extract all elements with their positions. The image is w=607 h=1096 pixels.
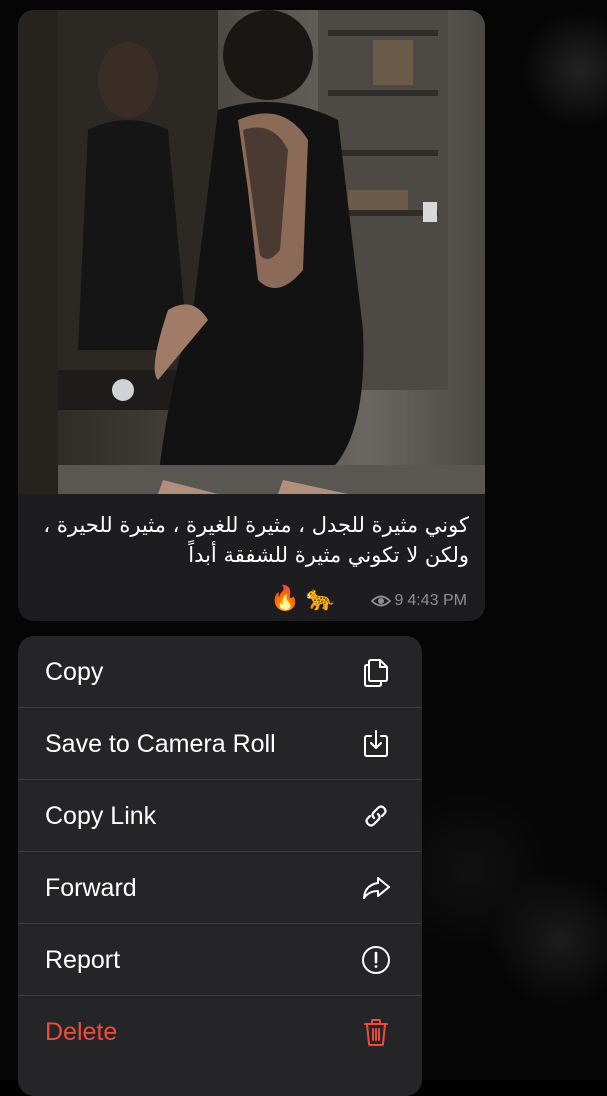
menu-item-label: Copy Link: [45, 801, 157, 830]
save-download-icon: [360, 728, 392, 760]
message-photo[interactable]: [18, 10, 485, 494]
forward-menu-item[interactable]: Forward: [18, 852, 422, 924]
report-exclamation-icon: [360, 944, 392, 976]
context-menu: Copy Save to Camera Roll Copy Link Forwa…: [18, 636, 422, 1096]
message-time: 4:43 PM: [407, 592, 467, 609]
menu-item-label: Report: [45, 945, 121, 974]
report-menu-item[interactable]: Report: [18, 924, 422, 996]
eye-icon: [370, 594, 391, 608]
forward-arrow-icon: [360, 872, 392, 904]
trash-icon: [360, 1016, 392, 1048]
message-bubble[interactable]: كوني مثيرة للجدل ، مثيرة للغيرة ، مثيرة …: [18, 10, 485, 621]
save-to-camera-roll-menu-item[interactable]: Save to Camera Roll: [18, 708, 422, 780]
leopard-reaction[interactable]: 🐆: [306, 584, 336, 613]
menu-item-label: Save to Camera Roll: [45, 729, 276, 758]
menu-item-label: Delete: [45, 1017, 118, 1046]
copy-menu-item[interactable]: Copy: [18, 636, 422, 708]
menu-item-label: Forward: [45, 873, 137, 902]
message-meta: 9 4:43 PM: [370, 588, 467, 614]
copy-link-menu-item[interactable]: Copy Link: [18, 780, 422, 852]
fire-reaction[interactable]: 🔥: [270, 584, 300, 613]
delete-menu-item[interactable]: Delete: [18, 996, 422, 1068]
copy-icon: [360, 656, 392, 688]
menu-item-label: Copy: [45, 657, 104, 686]
view-count: 9: [394, 592, 404, 609]
link-icon: [360, 800, 392, 832]
message-text: كوني مثيرة للجدل ، مثيرة للغيرة ، مثيرة …: [43, 513, 469, 567]
message-reactions[interactable]: 🔥 🐆: [270, 584, 336, 613]
